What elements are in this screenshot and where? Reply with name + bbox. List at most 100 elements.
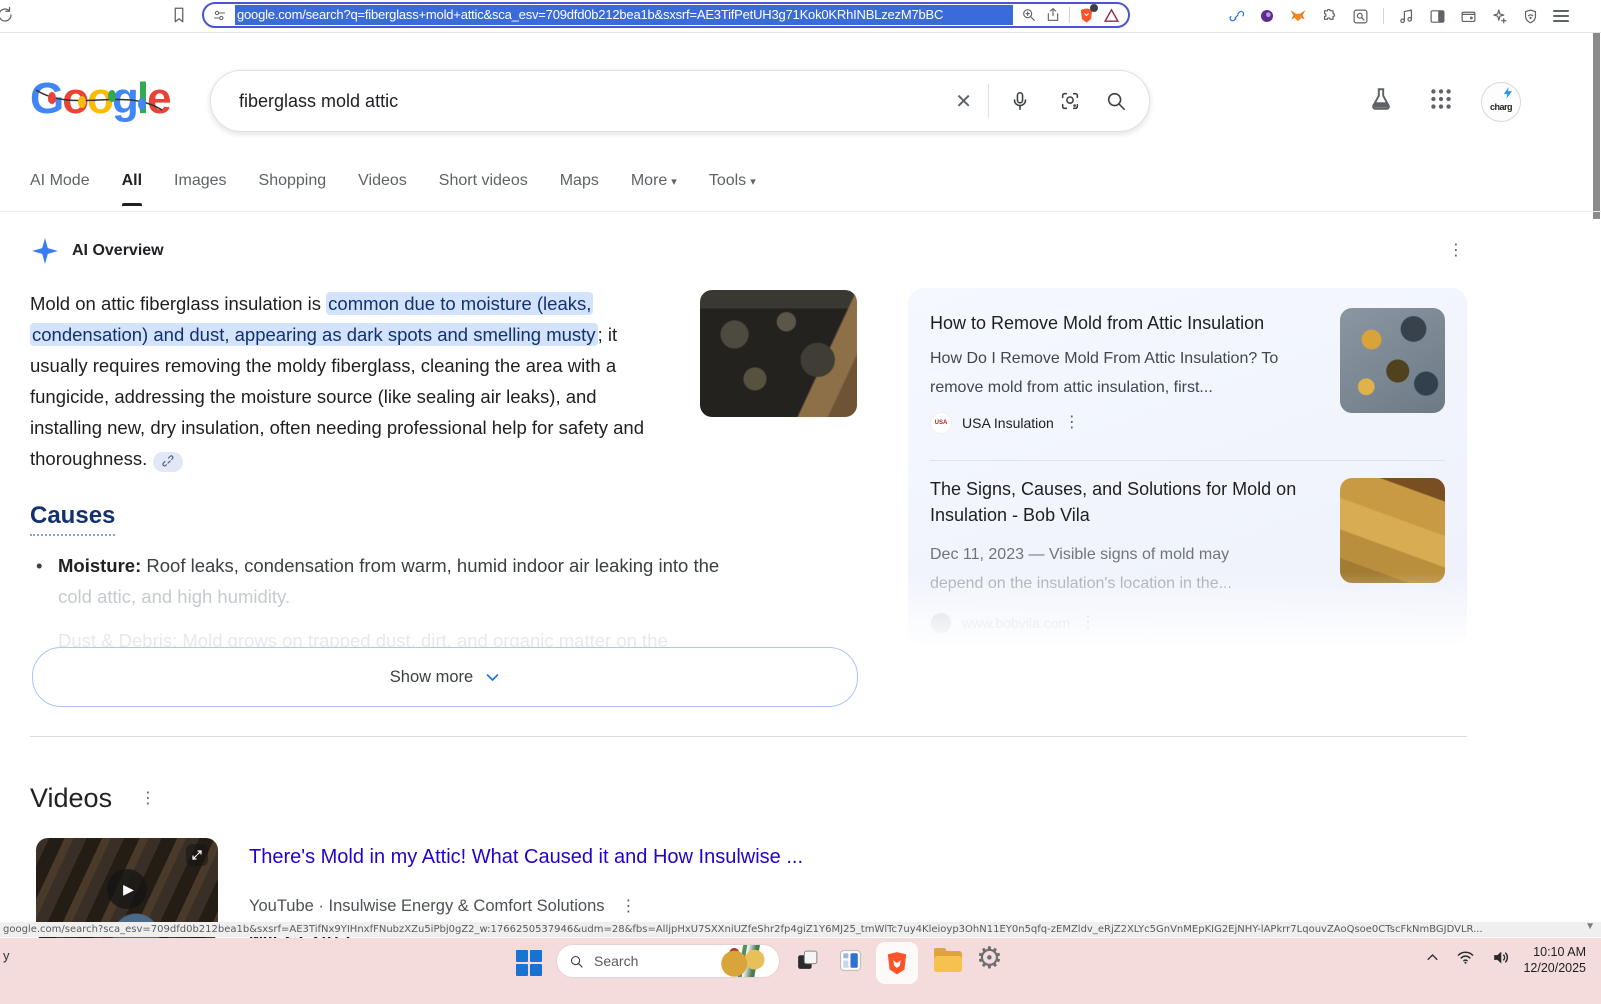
ai-overview-menu-icon[interactable]: ⋮ bbox=[1448, 243, 1464, 259]
search-box-extension-icon[interactable] bbox=[1352, 8, 1369, 25]
insulation-thumbnail[interactable] bbox=[1340, 478, 1445, 583]
address-bar[interactable]: google.com/search?q=fiberglass+mold+atti… bbox=[202, 2, 1130, 28]
source-name[interactable]: USA Insulation bbox=[962, 415, 1054, 431]
brave-rewards-icon[interactable] bbox=[1103, 7, 1120, 24]
clock-time: 10:10 AM bbox=[1496, 944, 1586, 960]
link-extension-icon[interactable] bbox=[1228, 8, 1245, 25]
logo-letter: l bbox=[137, 74, 147, 123]
tab-short-videos[interactable]: Short videos bbox=[439, 172, 528, 206]
tab-tools[interactable]: Tools▾ bbox=[709, 172, 756, 206]
profile-avatar[interactable]: charg bbox=[1481, 82, 1521, 122]
orb-extension-icon[interactable] bbox=[1259, 8, 1275, 24]
tray-chevron-up-icon[interactable] bbox=[1425, 950, 1440, 965]
bookmark-icon[interactable] bbox=[170, 6, 188, 24]
file-explorer-icon[interactable] bbox=[934, 951, 962, 972]
divider bbox=[1383, 8, 1384, 24]
search-submit-icon[interactable] bbox=[1095, 90, 1127, 112]
site-settings-icon[interactable] bbox=[212, 8, 227, 23]
start-button[interactable] bbox=[516, 950, 542, 976]
taskbar-clock[interactable]: 10:10 AM 12/20/2025 bbox=[1496, 944, 1586, 976]
avatar-label: charg bbox=[1482, 102, 1520, 112]
sidebar-toggle-icon[interactable] bbox=[1429, 8, 1446, 25]
scrollbar-thumb[interactable] bbox=[1593, 33, 1600, 219]
tab-ai-mode[interactable]: AI Mode bbox=[30, 172, 90, 206]
chevron-down-icon: ▾ bbox=[750, 176, 756, 188]
tab-videos[interactable]: Videos bbox=[358, 172, 407, 206]
vpn-shield-icon[interactable] bbox=[1522, 8, 1539, 25]
citation-link-icon[interactable] bbox=[153, 452, 183, 472]
lens-search-icon[interactable] bbox=[1045, 90, 1095, 112]
source-title[interactable]: How to Remove Mold from Attic Insulation bbox=[930, 310, 1330, 336]
video-source-text[interactable]: YouTube · Insulwise Energy & Comfort Sol… bbox=[249, 897, 605, 916]
media-player-icon[interactable] bbox=[1398, 8, 1415, 25]
source-attribution[interactable]: USA USA Insulation ⋮ bbox=[930, 412, 1080, 434]
source-snippet: How Do I Remove Mold From Attic Insulati… bbox=[930, 344, 1330, 402]
logo-letter: o bbox=[87, 74, 112, 123]
cause-list-item: Moisture: Roof leaks, condensation from … bbox=[58, 550, 838, 612]
browser-toolbar: google.com/search?q=fiberglass+mold+atti… bbox=[0, 0, 1601, 33]
causes-heading-link[interactable]: Causes bbox=[30, 502, 115, 536]
moldy-insulation-image[interactable] bbox=[700, 290, 857, 417]
task-view-icon[interactable] bbox=[795, 948, 820, 973]
clock-date: 12/20/2025 bbox=[1496, 960, 1586, 976]
brave-browser-taskbar-icon[interactable] bbox=[876, 942, 918, 984]
video-menu-icon[interactable]: ⋮ bbox=[621, 899, 637, 915]
menu-icon[interactable] bbox=[1553, 7, 1569, 25]
tab-more[interactable]: More▾ bbox=[631, 172, 677, 206]
google-logo[interactable]: Google bbox=[30, 74, 170, 124]
ai-sources-card: How to Remove Mold from Attic Insulation… bbox=[908, 288, 1467, 645]
logo-letter: g bbox=[112, 74, 137, 123]
scrollbar-down-arrow[interactable]: ▼ bbox=[1585, 921, 1595, 932]
videos-menu-icon[interactable]: ⋮ bbox=[140, 791, 156, 807]
taskbar-search[interactable]: Search bbox=[556, 944, 780, 978]
taskbar-search-label: Search bbox=[594, 953, 638, 969]
usa-insulation-favicon: USA bbox=[930, 412, 952, 434]
brave-shields-icon[interactable] bbox=[1078, 7, 1095, 24]
lightning-icon bbox=[1501, 85, 1515, 101]
extension-toolbar bbox=[1228, 0, 1569, 32]
labs-icon[interactable] bbox=[1368, 86, 1394, 112]
link-status-bar: google.com/search?sca_esv=709dfd0b212bea… bbox=[0, 922, 1601, 937]
bullet-term: Moisture: bbox=[58, 555, 141, 576]
play-button-icon[interactable]: ▶ bbox=[107, 869, 147, 909]
snippet-line: Dec 11, 2023 — Visible signs of mold may bbox=[930, 540, 1330, 569]
source-menu-icon[interactable]: ⋮ bbox=[1064, 415, 1080, 431]
voice-search-icon[interactable] bbox=[995, 90, 1045, 112]
mold-closeup-thumbnail[interactable] bbox=[1340, 308, 1445, 413]
card-divider bbox=[930, 460, 1445, 461]
search-box[interactable]: fiberglass mold attic ✕ bbox=[210, 70, 1150, 132]
paragraph-text: Mold on attic fiberglass insulation is bbox=[30, 293, 326, 314]
tab-shopping[interactable]: Shopping bbox=[259, 172, 327, 206]
divider bbox=[988, 84, 989, 118]
metamask-icon[interactable] bbox=[1289, 7, 1307, 25]
wallet-icon[interactable] bbox=[1460, 8, 1477, 25]
show-more-button[interactable]: Show more bbox=[32, 647, 858, 707]
expand-icon[interactable] bbox=[186, 844, 208, 866]
settings-gear-icon[interactable]: ⚙ bbox=[976, 944, 1003, 974]
card-bottom-fade bbox=[908, 573, 1467, 645]
search-query[interactable]: fiberglass mold attic bbox=[233, 91, 947, 112]
url-text-selected[interactable]: google.com/search?q=fiberglass+mold+atti… bbox=[235, 5, 1013, 25]
tab-maps[interactable]: Maps bbox=[560, 172, 599, 206]
video-title-link[interactable]: There's Mold in my Attic! What Caused it… bbox=[249, 846, 1149, 869]
tab-all[interactable]: All bbox=[122, 172, 142, 206]
ai-overview-header: AI Overview bbox=[32, 238, 164, 264]
apps-grid-icon[interactable] bbox=[1428, 86, 1454, 112]
wifi-icon[interactable] bbox=[1456, 948, 1475, 967]
clear-query-icon[interactable]: ✕ bbox=[947, 89, 988, 114]
extensions-puzzle-icon[interactable] bbox=[1321, 8, 1338, 25]
reload-icon[interactable] bbox=[0, 6, 14, 24]
leo-ai-icon[interactable] bbox=[1491, 8, 1508, 25]
logo-letter: o bbox=[62, 74, 87, 123]
videos-heading: Videos bbox=[30, 783, 112, 814]
video-source: YouTube · Insulwise Energy & Comfort Sol… bbox=[249, 897, 637, 916]
tab-images[interactable]: Images bbox=[174, 172, 226, 206]
logo-letter: e bbox=[147, 74, 169, 123]
chevron-down-icon bbox=[485, 670, 500, 685]
background-stray-text: y bbox=[3, 948, 10, 963]
zoom-page-icon[interactable] bbox=[1021, 7, 1037, 23]
share-icon[interactable] bbox=[1045, 7, 1061, 23]
widgets-icon[interactable] bbox=[838, 948, 863, 973]
tabs-divider bbox=[0, 211, 1601, 212]
source-title[interactable]: The Signs, Causes, and Solutions for Mol… bbox=[930, 476, 1330, 528]
